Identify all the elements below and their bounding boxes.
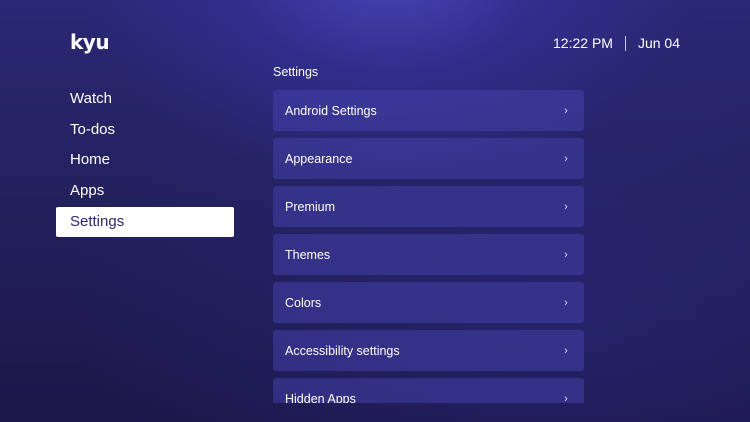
- chevron-right-icon: ›: [564, 248, 568, 261]
- settings-item-premium[interactable]: Premium ›: [273, 186, 584, 227]
- chevron-right-icon: ›: [564, 152, 568, 165]
- settings-list: Android Settings › Appearance › Premium …: [273, 90, 584, 403]
- main-nav: Watch To-dos Home Apps Settings: [56, 84, 234, 237]
- settings-item-appearance[interactable]: Appearance ›: [273, 138, 584, 179]
- settings-item-label: Appearance: [285, 151, 353, 166]
- nav-item-to-dos[interactable]: To-dos: [56, 115, 234, 145]
- chevron-right-icon: ›: [564, 200, 568, 213]
- settings-item-accessibility[interactable]: Accessibility settings ›: [273, 330, 584, 371]
- settings-item-colors[interactable]: Colors ›: [273, 282, 584, 323]
- current-date: Jun 04: [637, 35, 680, 51]
- settings-item-label: Android Settings: [285, 103, 377, 118]
- chevron-right-icon: ›: [564, 392, 568, 404]
- status-divider: [624, 35, 626, 51]
- settings-item-label: Hidden Apps: [285, 391, 356, 404]
- clock-time: 12:22 PM: [553, 35, 613, 51]
- status-bar: 12:22 PM Jun 04: [553, 35, 680, 51]
- chevron-right-icon: ›: [564, 104, 568, 117]
- settings-item-android-settings[interactable]: Android Settings ›: [273, 90, 584, 131]
- settings-item-label: Themes: [285, 247, 331, 262]
- chevron-right-icon: ›: [564, 344, 568, 357]
- settings-item-themes[interactable]: Themes ›: [273, 234, 584, 275]
- nav-item-watch[interactable]: Watch: [56, 84, 234, 114]
- chevron-right-icon: ›: [564, 296, 568, 309]
- page-title: Settings: [273, 65, 319, 79]
- kyu-logo: kyu: [70, 30, 110, 54]
- settings-item-label: Premium: [285, 199, 336, 214]
- nav-item-settings[interactable]: Settings: [56, 206, 234, 237]
- settings-item-hidden-apps[interactable]: Hidden Apps ›: [273, 378, 584, 403]
- settings-item-label: Colors: [285, 295, 322, 310]
- nav-item-apps[interactable]: Apps: [56, 176, 234, 206]
- nav-item-home[interactable]: Home: [56, 145, 234, 175]
- settings-item-label: Accessibility settings: [285, 343, 400, 358]
